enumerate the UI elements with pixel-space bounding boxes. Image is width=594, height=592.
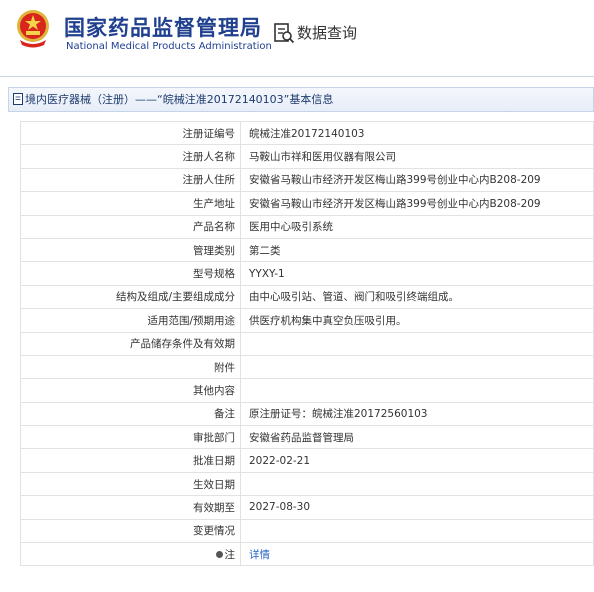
national-emblem-icon xyxy=(17,10,49,48)
note-value-cell: 详情 xyxy=(240,542,594,567)
field-label: 注册人名称 xyxy=(20,144,241,169)
field-value: 皖械注准20172140103 xyxy=(240,120,594,146)
site-title-english: National Medical Products Administration xyxy=(66,41,272,52)
field-label: 备注 xyxy=(20,401,241,427)
field-value: 原注册证号：皖械注准20172560103 xyxy=(240,401,594,427)
table-row: 生产地址 安徽省马鞍山市经济开发区梅山路399号创业中心内B208-209 xyxy=(20,191,594,216)
table-row: 附件 xyxy=(20,354,594,380)
table-row-note: 注 详情 xyxy=(20,542,594,567)
lightbulb-icon xyxy=(215,550,223,558)
field-value: 第二类 xyxy=(240,237,594,263)
field-label: 产品储存条件及有效期 xyxy=(20,331,241,356)
field-value: 2022-02-21 xyxy=(240,448,594,473)
field-label: 批准日期 xyxy=(20,448,241,473)
table-row: 管理类别 第二类 xyxy=(20,237,594,263)
note-label: 注 xyxy=(224,548,236,561)
table-row: 结构及组成/主要组成成分 由中心吸引站、管道、阀门和吸引终端组成。 xyxy=(20,284,594,310)
field-value: 2027-08-30 xyxy=(240,495,594,520)
field-label: 其他内容 xyxy=(20,378,241,403)
table-row: 注册人住所 安徽省马鞍山市经济开发区梅山路399号创业中心内B208-209 xyxy=(20,167,594,193)
field-value xyxy=(240,518,594,544)
field-label: 适用范围/预期用途 xyxy=(20,308,241,333)
field-label: 结构及组成/主要组成成分 xyxy=(20,284,241,310)
field-label: 变更情况 xyxy=(20,518,241,544)
details-link[interactable]: 详情 xyxy=(249,549,270,561)
site-title: 国家药品监督管理局 xyxy=(64,16,262,40)
table-row: 生效日期 xyxy=(20,471,594,497)
breadcrumb: 境内医疗器械（注册）——“皖械注准20172140103”基本信息 xyxy=(8,87,594,112)
field-label: 生产地址 xyxy=(20,191,241,216)
field-label: 生效日期 xyxy=(20,471,241,497)
header-divider xyxy=(0,76,594,77)
field-label: 型号规格 xyxy=(20,261,241,286)
table-row: 有效期至 2027-08-30 xyxy=(20,495,594,520)
table-row: 产品名称 医用中心吸引系统 xyxy=(20,214,594,239)
field-label: 有效期至 xyxy=(20,495,241,520)
data-query-link[interactable]: 数据查询 xyxy=(297,22,357,43)
field-value: YYXY-1 xyxy=(240,261,594,286)
field-label: 附件 xyxy=(20,354,241,380)
field-value: 安徽省马鞍山市经济开发区梅山路399号创业中心内B208-209 xyxy=(240,167,594,193)
site-header: 国家药品监督管理局 National Medical Products Admi… xyxy=(0,0,594,68)
field-value xyxy=(240,354,594,380)
field-value: 马鞍山市祥和医用仪器有限公司 xyxy=(240,144,594,169)
field-value: 安徽省马鞍山市经济开发区梅山路399号创业中心内B208-209 xyxy=(240,191,594,216)
table-row: 注册人名称 马鞍山市祥和医用仪器有限公司 xyxy=(20,144,594,169)
field-value: 安徽省药品监督管理局 xyxy=(240,425,594,450)
field-value: 医用中心吸引系统 xyxy=(240,214,594,239)
document-icon xyxy=(13,93,23,105)
table-row: 注册证编号 皖械注准20172140103 xyxy=(20,120,594,146)
field-label: 管理类别 xyxy=(20,237,241,263)
registration-info-table: 注册证编号 皖械注准20172140103 注册人名称 马鞍山市祥和医用仪器有限公司注… xyxy=(20,120,594,567)
search-document-icon xyxy=(274,23,295,44)
field-label: 注册证编号 xyxy=(20,120,241,146)
breadcrumb-text: 境内医疗器械（注册）——“皖械注准20172140103”基本信息 xyxy=(25,93,334,106)
field-label: 产品名称 xyxy=(20,214,241,239)
table-row: 批准日期 2022-02-21 xyxy=(20,448,594,473)
field-value: 由中心吸引站、管道、阀门和吸引终端组成。 xyxy=(240,284,594,310)
table-row: 适用范围/预期用途 供医疗机构集中真空负压吸引用。 xyxy=(20,308,594,333)
field-value: 供医疗机构集中真空负压吸引用。 xyxy=(240,308,594,333)
table-row: 其他内容 xyxy=(20,378,594,403)
field-value xyxy=(240,378,594,403)
field-label: 注册人住所 xyxy=(20,167,241,193)
table-row: 产品储存条件及有效期 xyxy=(20,331,594,356)
field-label: 审批部门 xyxy=(20,425,241,450)
table-row: 审批部门 安徽省药品监督管理局 xyxy=(20,425,594,450)
table-row: 备注 原注册证号：皖械注准20172560103 xyxy=(20,401,594,427)
table-row: 型号规格 YYXY-1 xyxy=(20,261,594,286)
field-value xyxy=(240,471,594,497)
note-label-cell: 注 xyxy=(20,542,241,567)
field-value xyxy=(240,331,594,356)
table-row: 变更情况 xyxy=(20,518,594,544)
